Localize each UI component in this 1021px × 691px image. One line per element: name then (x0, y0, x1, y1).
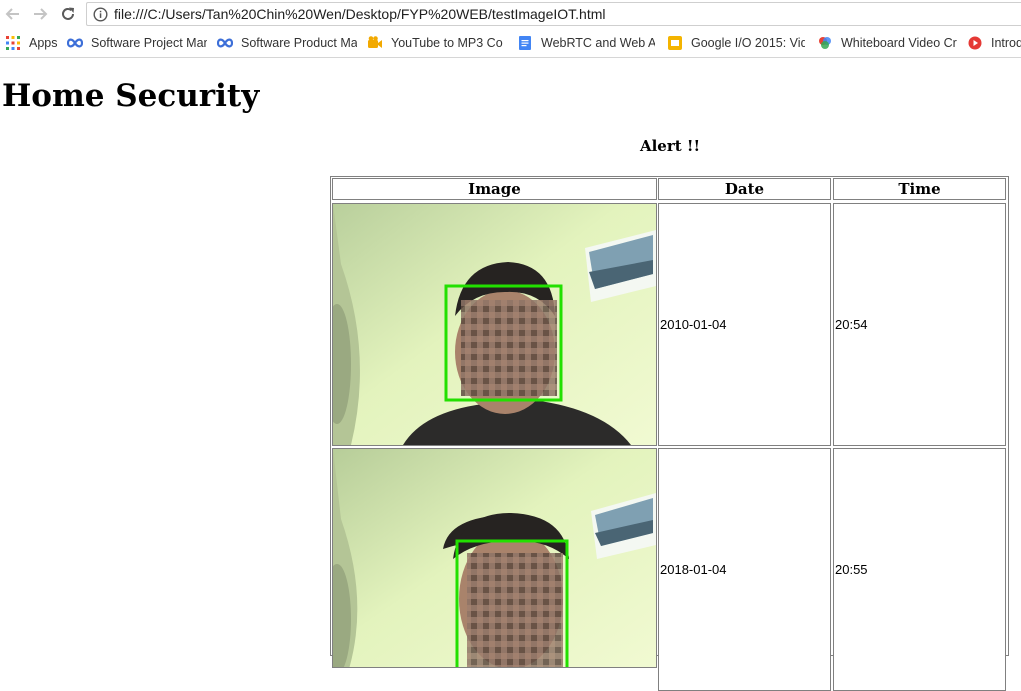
bookmark-label: WebRTC and Web Au (541, 36, 655, 50)
bookmark-label: Whiteboard Video Cr (841, 36, 957, 50)
alert-heading: Alert !! (639, 137, 701, 155)
captured-face-image (333, 449, 656, 667)
bookmark-google-io[interactable]: Google I/O 2015: Vid (667, 34, 805, 52)
page-title: Home Security (2, 78, 260, 114)
forward-button[interactable] (30, 4, 50, 24)
bookmark-label: Introdu (991, 36, 1021, 50)
header-date: Date (658, 178, 831, 200)
info-icon[interactable] (93, 7, 108, 22)
header-image: Image (332, 178, 657, 200)
document-icon (517, 35, 533, 51)
table-row-image[interactable] (332, 203, 657, 446)
bookmark-label: YouTube to MP3 Con (391, 36, 503, 50)
bookmark-label: Google I/O 2015: Vid (691, 36, 805, 50)
reload-button[interactable] (58, 4, 78, 24)
infinity-icon (217, 35, 234, 51)
table-cell-time: 20:54 (833, 203, 1006, 446)
address-bar[interactable]: file:///C:/Users/Tan%20Chin%20Wen/Deskto… (86, 2, 1021, 26)
apps-grid-icon (5, 35, 21, 51)
bookmark-whiteboard-video[interactable]: Whiteboard Video Cr (817, 34, 957, 52)
bookmark-apps[interactable]: Apps (5, 34, 58, 52)
infinity-icon (67, 35, 84, 51)
url-text[interactable]: file:///C:/Users/Tan%20Chin%20Wen/Deskto… (114, 6, 606, 22)
video-camera-icon (367, 35, 383, 51)
bookmark-software-project[interactable]: Software Project Man (67, 34, 207, 52)
bookmark-introduction[interactable]: Introdu (967, 34, 1021, 52)
bookmark-label: Apps (29, 36, 58, 50)
table-cell-date: 2010-01-04 (658, 203, 831, 446)
bookmark-webrtc[interactable]: WebRTC and Web Au (517, 34, 655, 52)
bookmarks-bar: Apps Software Project Man Software Produ… (0, 28, 1021, 58)
forward-arrow-icon (34, 8, 48, 20)
header-time: Time (833, 178, 1006, 200)
browser-toolbar: file:///C:/Users/Tan%20Chin%20Wen/Deskto… (0, 0, 1021, 28)
slides-icon (667, 35, 683, 51)
video-play-icon (967, 35, 983, 51)
bookmark-software-product[interactable]: Software Product Ma (217, 34, 357, 52)
table-row-image[interactable] (332, 448, 657, 668)
bookmark-youtube-mp3[interactable]: YouTube to MP3 Con (367, 34, 503, 52)
palette-icon (817, 35, 833, 51)
alert-table: Image Date Time 2010-01-04 20:54 2018-01… (330, 176, 1009, 691)
reload-icon (62, 7, 74, 20)
table-cell-time: 20:55 (833, 448, 1006, 691)
back-arrow-icon (5, 8, 19, 20)
bookmark-label: Software Product Ma (241, 36, 357, 50)
table-cell-date: 2018-01-04 (658, 448, 831, 691)
captured-face-image (333, 204, 656, 445)
back-button[interactable] (3, 4, 23, 24)
bookmark-label: Software Project Man (91, 36, 207, 50)
